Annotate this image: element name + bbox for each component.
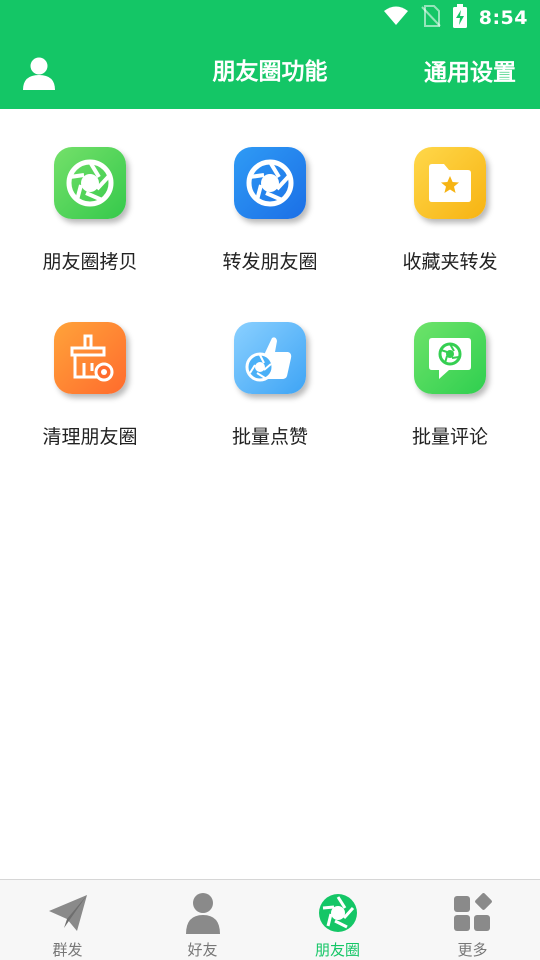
feature-label: 清理朋友圈 — [42, 426, 138, 448]
nav-item-friends[interactable]: 好友 — [135, 880, 270, 960]
status-bar: 8:54 — [0, 0, 540, 36]
status-icons: 8:54 — [383, 0, 528, 36]
nav-item-mass-send[interactable]: 群发 — [0, 880, 135, 960]
feature-batch-comment[interactable]: 批量评论 — [360, 284, 540, 454]
nav-label: 好友 — [187, 941, 218, 959]
no-sim-icon — [421, 5, 441, 31]
nav-label: 更多 — [457, 941, 488, 959]
nav-item-moments[interactable]: 朋友圈 — [270, 880, 405, 960]
wifi-icon — [383, 6, 409, 30]
star-folder-icon — [414, 147, 486, 219]
app-header: 朋友圈功能 通用设置 — [0, 36, 540, 109]
feature-moments-copy[interactable]: 朋友圈拷贝 — [0, 109, 180, 279]
broom-icon — [54, 322, 126, 394]
feature-clean-moments[interactable]: 清理朋友圈 — [0, 284, 180, 454]
bottom-nav: 群发 好友 朋友圈 更多 — [0, 879, 540, 960]
person-icon — [182, 892, 224, 934]
comment-bubble-icon — [414, 322, 486, 394]
page-title: 朋友圈功能 — [212, 59, 328, 85]
user-icon[interactable] — [20, 54, 58, 92]
nav-label: 群发 — [52, 941, 83, 959]
camera-aperture-icon — [317, 892, 359, 934]
battery-charging-icon — [452, 4, 467, 32]
camera-aperture-icon — [234, 147, 306, 219]
feature-label: 朋友圈拷贝 — [42, 251, 138, 273]
camera-aperture-icon — [54, 147, 126, 219]
status-time: 8:54 — [478, 7, 528, 29]
feature-label: 批量点赞 — [231, 426, 308, 448]
nav-label: 朋友圈 — [314, 941, 360, 959]
settings-button[interactable]: 通用设置 — [424, 36, 516, 109]
feature-batch-like[interactable]: 批量点赞 — [180, 284, 360, 454]
apps-grid-icon — [452, 892, 494, 934]
feature-label: 转发朋友圈 — [222, 251, 318, 273]
feature-label: 收藏夹转发 — [402, 251, 498, 273]
feature-forward-moments[interactable]: 转发朋友圈 — [180, 109, 360, 279]
thumbs-up-icon — [234, 322, 306, 394]
paper-plane-icon — [47, 892, 89, 934]
feature-label: 批量评论 — [411, 426, 488, 448]
feature-favorites-forward[interactable]: 收藏夹转发 — [360, 109, 540, 279]
nav-item-more[interactable]: 更多 — [405, 880, 540, 960]
